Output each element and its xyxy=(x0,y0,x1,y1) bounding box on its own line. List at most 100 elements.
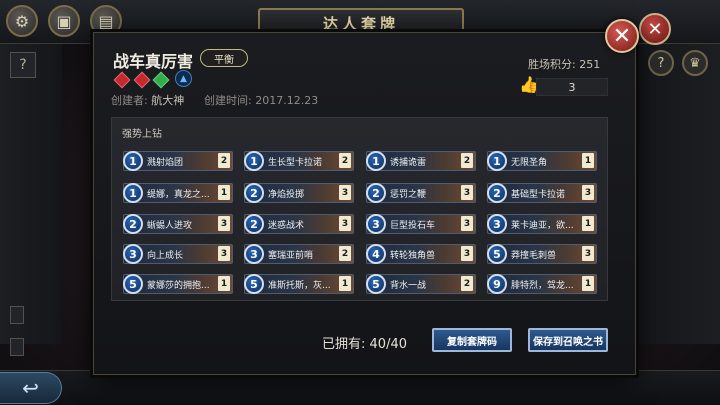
card-name: 蒙娜莎的拥抱... xyxy=(147,281,210,291)
created-date: 2017.12.23 xyxy=(255,94,319,107)
creator-info: 创建者: 航大神 xyxy=(111,92,184,108)
deck-card[interactable]: 5 准斯托斯，灰... 1 xyxy=(244,274,354,294)
card-cost: 1 xyxy=(487,151,507,171)
deck-card[interactable]: 4 转轮独角兽 3 xyxy=(366,244,476,264)
collection-icon[interactable]: ▣ xyxy=(48,5,80,37)
deck-card[interactable]: 3 莱卡迪亚，欲... 1 xyxy=(487,214,597,234)
bottom-bar xyxy=(0,370,720,405)
card-cost: 3 xyxy=(487,214,507,234)
deck-card[interactable]: 5 莽撞毛刺兽 3 xyxy=(487,244,597,264)
card-count: 3 xyxy=(218,246,230,261)
card-count: 3 xyxy=(461,216,473,231)
deck-card[interactable]: 1 生长型卡拉诺 2 xyxy=(244,151,354,171)
likes-count: 3 xyxy=(536,78,608,96)
card-cost: 2 xyxy=(123,214,143,234)
card-name: 缇娜，真龙之... xyxy=(147,190,210,200)
owned-count: 已拥有: 40/40 xyxy=(322,333,407,352)
side-slot[interactable] xyxy=(10,338,24,356)
card-count: 3 xyxy=(461,246,473,261)
side-slot[interactable] xyxy=(10,306,24,324)
created-label: 创建时间: xyxy=(204,94,252,107)
card-name: 蜥蜴人进攻 xyxy=(147,221,193,231)
deck-card[interactable]: 1 无限圣角 1 xyxy=(487,151,597,171)
card-count: 3 xyxy=(582,185,594,200)
deck-card[interactable]: 2 惩罚之鞭 3 xyxy=(366,183,476,203)
help-icon[interactable]: ? xyxy=(10,52,36,78)
card-name: 背水一战 xyxy=(390,281,427,291)
card-cost: 1 xyxy=(366,151,386,171)
score-label: 胜场积分: xyxy=(528,58,576,71)
card-name: 净焰投掷 xyxy=(268,190,305,200)
owned-value: 40/40 xyxy=(369,337,407,352)
deck-card[interactable]: 2 迷惑战术 3 xyxy=(244,214,354,234)
card-count: 1 xyxy=(582,153,594,168)
deck-card[interactable]: 1 缇娜，真龙之... 1 xyxy=(123,183,233,203)
close-icon[interactable]: ✕ xyxy=(605,19,639,53)
deck-card[interactable]: 2 净焰投掷 3 xyxy=(244,183,354,203)
win-score: 胜场积分: 251 xyxy=(528,56,600,72)
card-cost: 2 xyxy=(244,214,264,234)
card-cost: 9 xyxy=(487,274,507,294)
card-cost: 2 xyxy=(366,183,386,203)
card-count: 3 xyxy=(339,185,351,200)
card-cost: 2 xyxy=(244,183,264,203)
card-count: 1 xyxy=(582,216,594,231)
deck-name: 战车真厉害 xyxy=(113,52,194,71)
card-count: 3 xyxy=(339,216,351,231)
card-cost: 3 xyxy=(123,244,143,264)
card-name: 巨型投石车 xyxy=(390,221,436,231)
card-name: 溅射焰团 xyxy=(147,158,184,168)
deck-card[interactable]: 3 向上成长 3 xyxy=(123,244,233,264)
back-button[interactable]: ↩ xyxy=(0,372,62,404)
card-cost: 1 xyxy=(244,151,264,171)
card-name: 转轮独角兽 xyxy=(390,251,436,261)
card-count: 1 xyxy=(218,276,230,291)
trophy-icon[interactable]: ♛ xyxy=(682,50,708,76)
card-count: 3 xyxy=(461,185,473,200)
card-cost: 4 xyxy=(366,244,386,264)
deck-card[interactable]: 9 腓特烈，驾龙... 1 xyxy=(487,274,597,294)
card-count: 1 xyxy=(582,276,594,291)
deck-card[interactable]: 5 蒙娜莎的拥抱... 1 xyxy=(123,274,233,294)
card-name: 迷惑战术 xyxy=(268,221,305,231)
owned-label: 已拥有: xyxy=(322,337,366,352)
card-name: 准斯托斯，灰... xyxy=(268,281,331,291)
card-count: 2 xyxy=(218,153,230,168)
deck-card[interactable]: 3 塞瑞亚前哨 2 xyxy=(244,244,354,264)
card-count: 1 xyxy=(339,276,351,291)
card-name: 塞瑞亚前哨 xyxy=(268,251,314,261)
deck-card[interactable]: 1 溅射焰团 2 xyxy=(123,151,233,171)
creator-label: 创建者: xyxy=(111,94,148,107)
created-info: 创建时间: 2017.12.23 xyxy=(204,92,318,108)
deck-card[interactable]: 2 蜥蜴人进攻 3 xyxy=(123,214,233,234)
card-name: 生长型卡拉诺 xyxy=(268,158,323,168)
card-name: 惩罚之鞭 xyxy=(390,190,427,200)
right-sidebar xyxy=(628,44,720,344)
card-cost: 5 xyxy=(487,244,507,264)
left-sidebar xyxy=(0,44,62,344)
card-count: 2 xyxy=(461,276,473,291)
copy-deck-code-button[interactable]: 复制套牌码 xyxy=(432,328,512,352)
panel-title: 强势上钻 xyxy=(122,129,162,140)
card-count: 3 xyxy=(218,216,230,231)
region-crest-icon: ▲ xyxy=(175,70,192,87)
deck-card[interactable]: 5 背水一战 2 xyxy=(366,274,476,294)
card-cost: 1 xyxy=(123,183,143,203)
card-name: 腓特烈，驾龙... xyxy=(511,281,574,291)
outer-close-icon[interactable]: ✕ xyxy=(639,13,671,45)
deck-card[interactable]: 1 诱捕诡雷 2 xyxy=(366,151,476,171)
deck-tag-badge: 平衡 xyxy=(200,49,248,67)
card-cost: 1 xyxy=(123,151,143,171)
card-name: 基础型卡拉诺 xyxy=(511,190,566,200)
card-count: 1 xyxy=(218,185,230,200)
card-name: 向上成长 xyxy=(147,251,184,261)
card-cost: 3 xyxy=(366,214,386,234)
deck-card[interactable]: 2 基础型卡拉诺 3 xyxy=(487,183,597,203)
help-circle-icon[interactable]: ? xyxy=(648,50,674,76)
creator-name: 航大神 xyxy=(151,94,185,107)
settings-gear-icon[interactable]: ⚙ xyxy=(6,5,38,37)
card-cost: 3 xyxy=(244,244,264,264)
card-cost: 5 xyxy=(366,274,386,294)
save-to-summon-book-button[interactable]: 保存到召唤之书 xyxy=(528,328,608,352)
deck-card[interactable]: 3 巨型投石车 3 xyxy=(366,214,476,234)
